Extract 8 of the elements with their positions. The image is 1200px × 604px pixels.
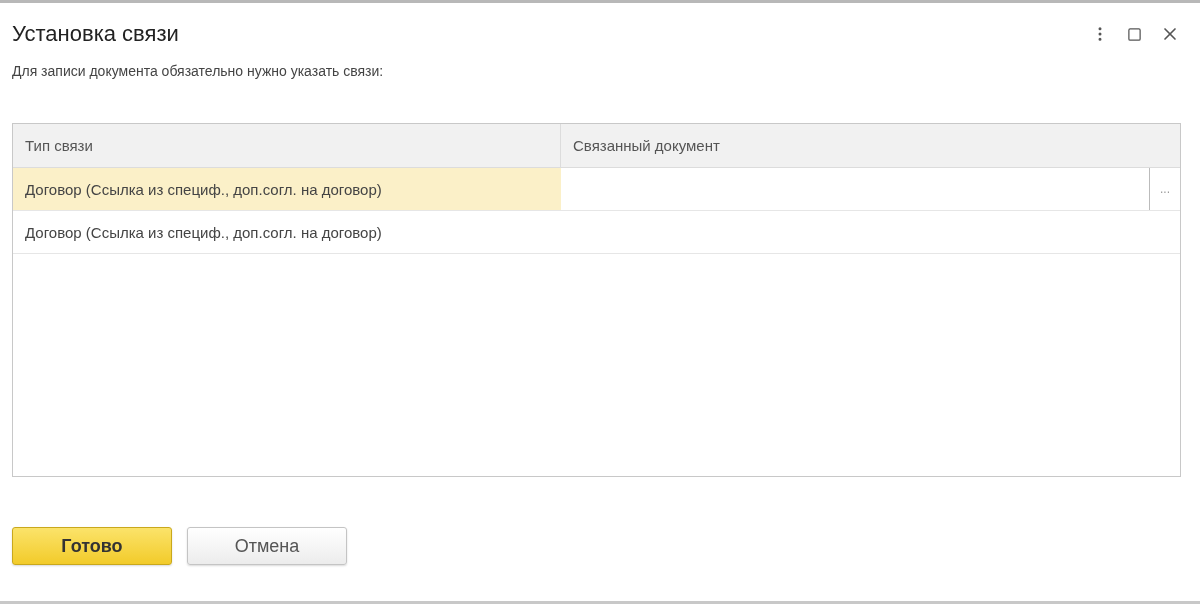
column-header[interactable]: Тип связи [13, 124, 561, 168]
message-text: Для записи документа обязательно нужно указать связи: [12, 63, 385, 81]
maximize-icon[interactable] [1127, 26, 1142, 42]
cancel-button[interactable]: Отмена [187, 527, 347, 565]
table-cell[interactable]: Договор (Ссылка из специф., доп.согл. на договор) [13, 168, 561, 211]
done-button[interactable]: Готово [12, 527, 172, 565]
window-title: Установка связи [12, 21, 179, 47]
column-header[interactable]: Связанный документ [561, 124, 1180, 168]
